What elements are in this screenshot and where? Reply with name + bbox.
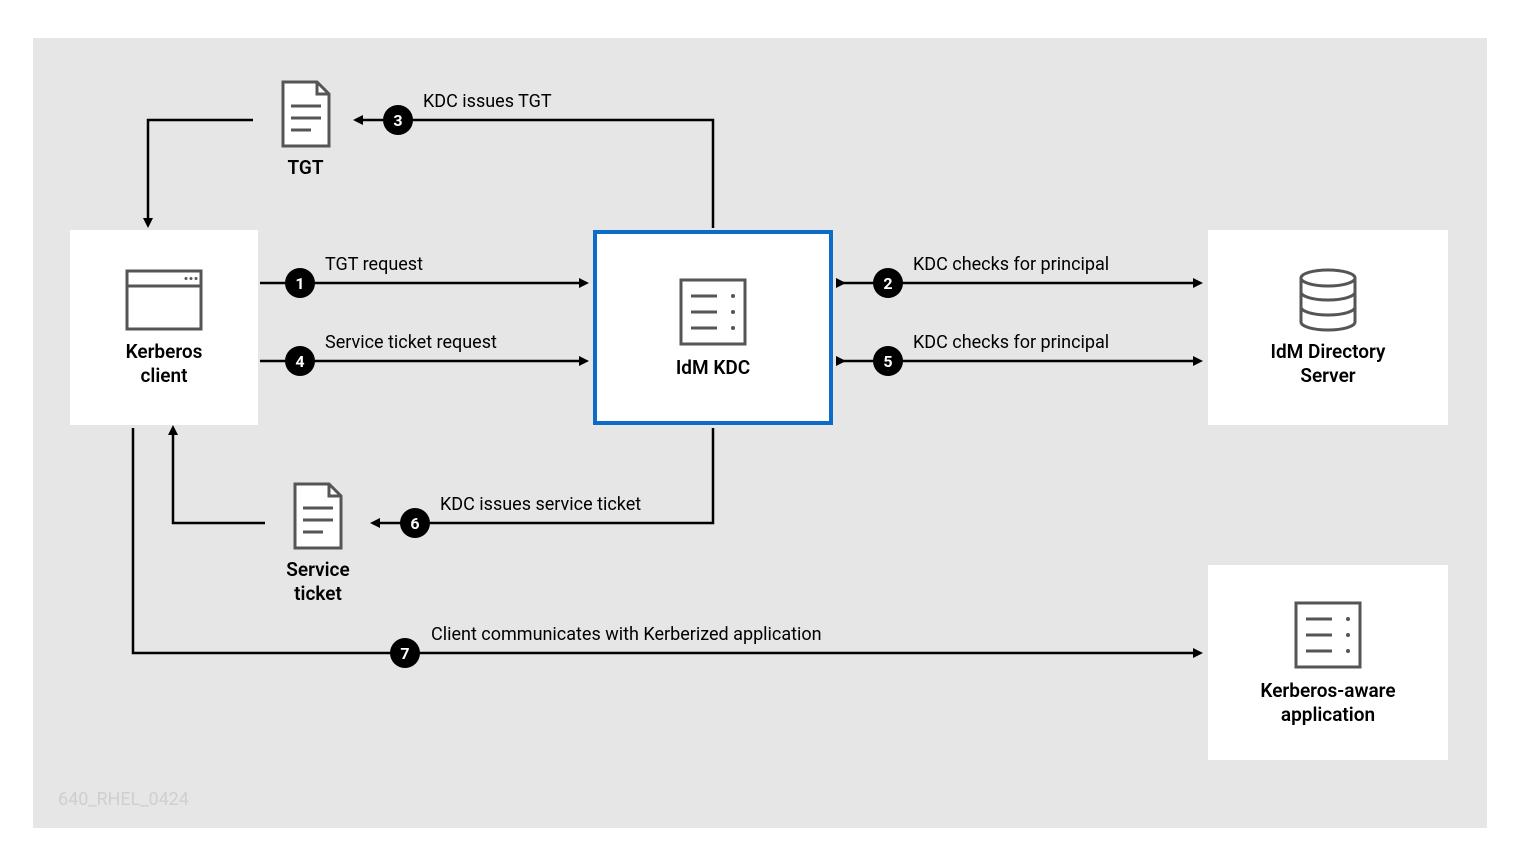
database-icon <box>1297 268 1359 332</box>
node-kerberos-aware-application: Kerberos-awareapplication <box>1208 565 1448 760</box>
node-label: IdM DirectoryServer <box>1271 340 1386 388</box>
step-badge-7: 7 <box>390 638 420 668</box>
server-list-icon <box>677 276 749 348</box>
step-label-1: TGT request <box>325 254 423 275</box>
step-badge-3: 3 <box>383 105 413 135</box>
step-label-3: KDC issues TGT <box>423 91 552 112</box>
node-label: Kerberosclient <box>126 340 203 388</box>
node-label: TGT <box>258 156 353 180</box>
node-idm-kdc: IdM KDC <box>593 230 833 425</box>
step-label-5: KDC checks for principal <box>913 332 1109 353</box>
node-idm-directory-server: IdM DirectoryServer <box>1208 230 1448 425</box>
step-label-6: KDC issues service ticket <box>440 494 641 515</box>
node-tgt: TGT <box>258 78 353 180</box>
step-label-2: KDC checks for principal <box>913 254 1109 275</box>
node-label: Kerberos-awareapplication <box>1260 679 1395 727</box>
step-badge-4: 4 <box>285 346 315 376</box>
node-label: IdM KDC <box>676 356 750 380</box>
document-icon <box>277 78 335 150</box>
node-label: Serviceticket <box>268 558 368 606</box>
step-badge-5: 5 <box>873 346 903 376</box>
diagram-canvas: Kerberosclient IdM KDC IdM DirectoryServ… <box>33 38 1487 828</box>
step-badge-2: 2 <box>873 268 903 298</box>
footer-watermark: 640_RHEL_0424 <box>58 789 189 810</box>
server-list-icon <box>1292 599 1364 671</box>
window-icon <box>124 268 204 332</box>
node-service-ticket: Serviceticket <box>268 480 368 606</box>
step-label-7: Client communicates with Kerberized appl… <box>431 624 822 645</box>
node-kerberos-client: Kerberosclient <box>70 230 258 425</box>
step-badge-6: 6 <box>400 508 430 538</box>
document-icon <box>289 480 347 552</box>
step-badge-1: 1 <box>285 268 315 298</box>
step-label-4: Service ticket request <box>325 332 497 353</box>
